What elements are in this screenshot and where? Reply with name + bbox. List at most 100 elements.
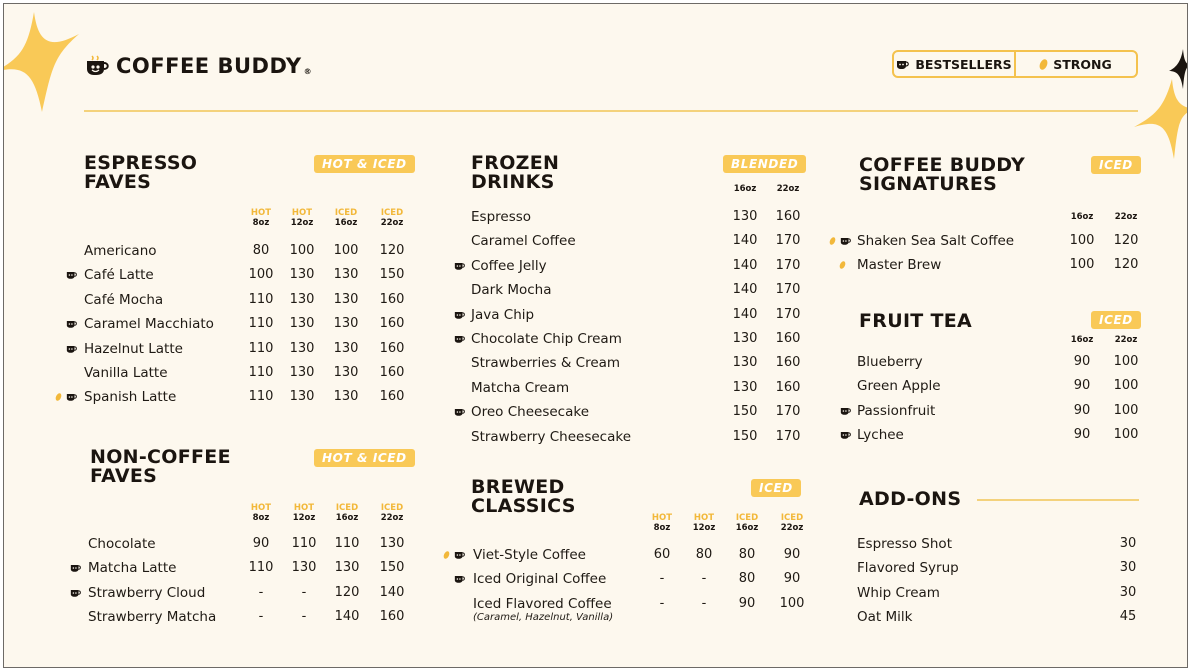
sparkle-decoration-icon [1134, 79, 1187, 159]
menu-item-name: Blueberry [857, 354, 923, 370]
column-header: HOT 8oz [241, 503, 281, 523]
menu-item-row: Passionfruit 90 100 [4, 402, 1187, 423]
menu-item-price: 140 [732, 306, 758, 322]
column-header: HOT 8oz [642, 513, 682, 533]
coffee-bean-icon [1038, 57, 1050, 71]
menu-item-name: Espresso [471, 209, 532, 225]
addon-price: 45 [1119, 609, 1137, 625]
section-title-addons: ADD-ONS [859, 488, 962, 510]
addon-price: 30 [1119, 536, 1137, 551]
sparkle-decoration-icon [4, 12, 79, 112]
menu-item-name: Chocolate Chip Cream [471, 331, 622, 347]
menu-item-row: Espresso 130 160 [4, 209, 1187, 229]
column-size: 22oz [380, 513, 404, 523]
coffee-bean-icon [828, 236, 837, 246]
column-header: ICED 16oz [327, 503, 367, 523]
menu-item-price: 90 [1073, 402, 1091, 418]
column-size: 12oz [692, 523, 716, 533]
menu-item-price: 100 [1069, 257, 1095, 273]
column-size: 12oz [292, 513, 316, 523]
bestseller-cup-icon [840, 238, 851, 245]
menu-item-row: Chocolate Chip Cream 130 160 [4, 331, 1187, 351]
coffee-bean-icon [838, 260, 847, 271]
column-header: 16oz [1062, 335, 1102, 345]
addon-name: Flavored Syrup [857, 560, 959, 577]
legend-bestsellers: BESTSELLERS [894, 52, 1014, 76]
column-size: 16oz [1070, 212, 1094, 222]
section-title-signatures: COFFEE BUDDY SIGNATURES [859, 154, 1026, 195]
menu-item-price: 120 [1113, 257, 1139, 273]
menu-item-price: 100 [1113, 354, 1139, 369]
section-badge-brewed: ICED [751, 479, 801, 497]
addon-name: Espresso Shot [857, 536, 952, 552]
header-divider [84, 110, 1138, 112]
menu-item-price: 130 [732, 331, 758, 346]
column-header: 22oz [1106, 335, 1146, 345]
addon-name: Oat Milk [857, 609, 913, 626]
section-title-frozen: FROZEN DRINKS [471, 152, 560, 193]
section-title-fruittea: FRUIT TEA [859, 310, 973, 332]
bestseller-cup-icon [454, 336, 465, 343]
brand-name: COFFEE BUDDY [116, 54, 302, 78]
column-header: 16oz [1062, 212, 1102, 222]
column-temp: HOT [293, 503, 315, 513]
column-header: HOT 12oz [284, 503, 324, 523]
menu-item-name: Passionfruit [857, 402, 936, 419]
column-temp: ICED [335, 503, 359, 513]
legend-strong-label: STRONG [1053, 56, 1112, 72]
menu-item-row: Blueberry 90 100 [4, 354, 1187, 374]
menu-item-price: 100 [1113, 427, 1139, 443]
column-header: ICED 16oz [727, 513, 767, 533]
addons-divider [977, 499, 1139, 501]
menu-item-price: 170 [775, 282, 801, 298]
column-size: 16oz [1070, 335, 1094, 345]
column-temp: HOT [250, 503, 272, 513]
column-header: 22oz [768, 184, 808, 194]
addon-price: 30 [1119, 584, 1137, 600]
bestseller-cup-icon [840, 432, 851, 439]
column-header: ICED 22oz [772, 513, 812, 533]
menu-item-price: 160 [775, 331, 801, 346]
bestseller-cup-icon [897, 60, 910, 69]
menu-item-price: 90 [1073, 427, 1091, 443]
legend: BESTSELLERS STRONG [892, 50, 1138, 78]
section-title-noncoffee: NON-COFFEE FAVES [90, 446, 231, 487]
menu-item-price: 120 [1113, 233, 1139, 248]
registered-mark: ® [303, 66, 312, 76]
addon-name: Whip Cream [857, 584, 940, 601]
menu-item-price: 140 [732, 282, 758, 298]
section-badge-espresso: HOT & ICED [314, 155, 415, 173]
menu-item-row: Dark Mocha 140 170 [4, 282, 1187, 302]
legend-bestsellers-label: BESTSELLERS [915, 56, 1012, 72]
bestseller-cup-icon [840, 407, 851, 415]
section-badge-signatures: ICED [1091, 156, 1141, 174]
section-badge-fruittea: ICED [1091, 311, 1141, 329]
menu-board: COFFEE BUDDY ® BESTSELLERS STRONG ESPRES… [3, 3, 1188, 668]
menu-item-price: 160 [775, 209, 801, 224]
menu-item-name: Dark Mocha [471, 282, 552, 299]
menu-item-row: Master Brew 100 120 [4, 257, 1187, 277]
column-size: 16oz [733, 184, 757, 194]
legend-strong: STRONG [1014, 52, 1136, 76]
menu-item-name: Java Chip [471, 306, 535, 323]
column-header: ICED 22oz [372, 503, 412, 523]
section-title-espresso: ESPRESSO FAVES [84, 152, 198, 193]
section-badge-frozen: BLENDED [723, 155, 807, 173]
column-temp: ICED [380, 503, 404, 513]
menu-item-price: 90 [1073, 378, 1091, 394]
menu-item-row: Shaken Sea Salt Coffee 100 120 [4, 233, 1187, 253]
column-temp: HOT [651, 513, 673, 523]
column-header: 16oz [725, 184, 765, 194]
column-header: HOT 12oz [684, 513, 724, 533]
addon-row: Flavored Syrup 30 [4, 560, 1187, 580]
coffee-cup-logo-icon [87, 55, 109, 75]
menu-item-price: 100 [1113, 378, 1139, 394]
column-header: 22oz [1106, 212, 1146, 222]
menu-item-row: Java Chip 140 170 [4, 306, 1187, 327]
column-size: 16oz [335, 513, 359, 523]
section-title-brewed: BREWED CLASSICS [471, 476, 576, 517]
menu-item-price: 100 [1069, 233, 1095, 248]
menu-item-price: 90 [1073, 354, 1091, 369]
addon-row: Whip Cream 30 [4, 584, 1187, 605]
column-size: 22oz [776, 184, 800, 194]
